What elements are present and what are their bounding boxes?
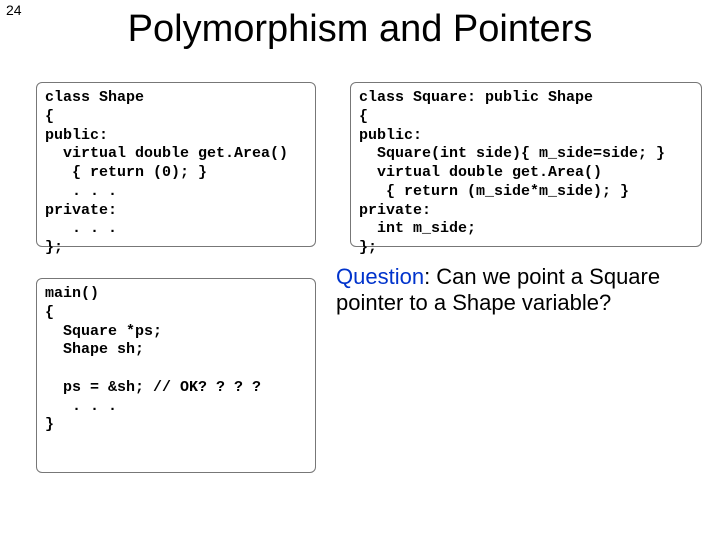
slide: 24 Polymorphism and Pointers class Shape…: [0, 0, 720, 540]
slide-title: Polymorphism and Pointers: [0, 8, 720, 51]
code-box-shape: class Shape { public: virtual double get…: [36, 82, 316, 247]
code-box-square: class Square: public Shape { public: Squ…: [350, 82, 702, 247]
code-box-main: main() { Square *ps; Shape sh; ps = &sh;…: [36, 278, 316, 473]
question-label: Question: [336, 264, 424, 289]
question-text: Question: Can we point a Square pointer …: [336, 264, 696, 317]
